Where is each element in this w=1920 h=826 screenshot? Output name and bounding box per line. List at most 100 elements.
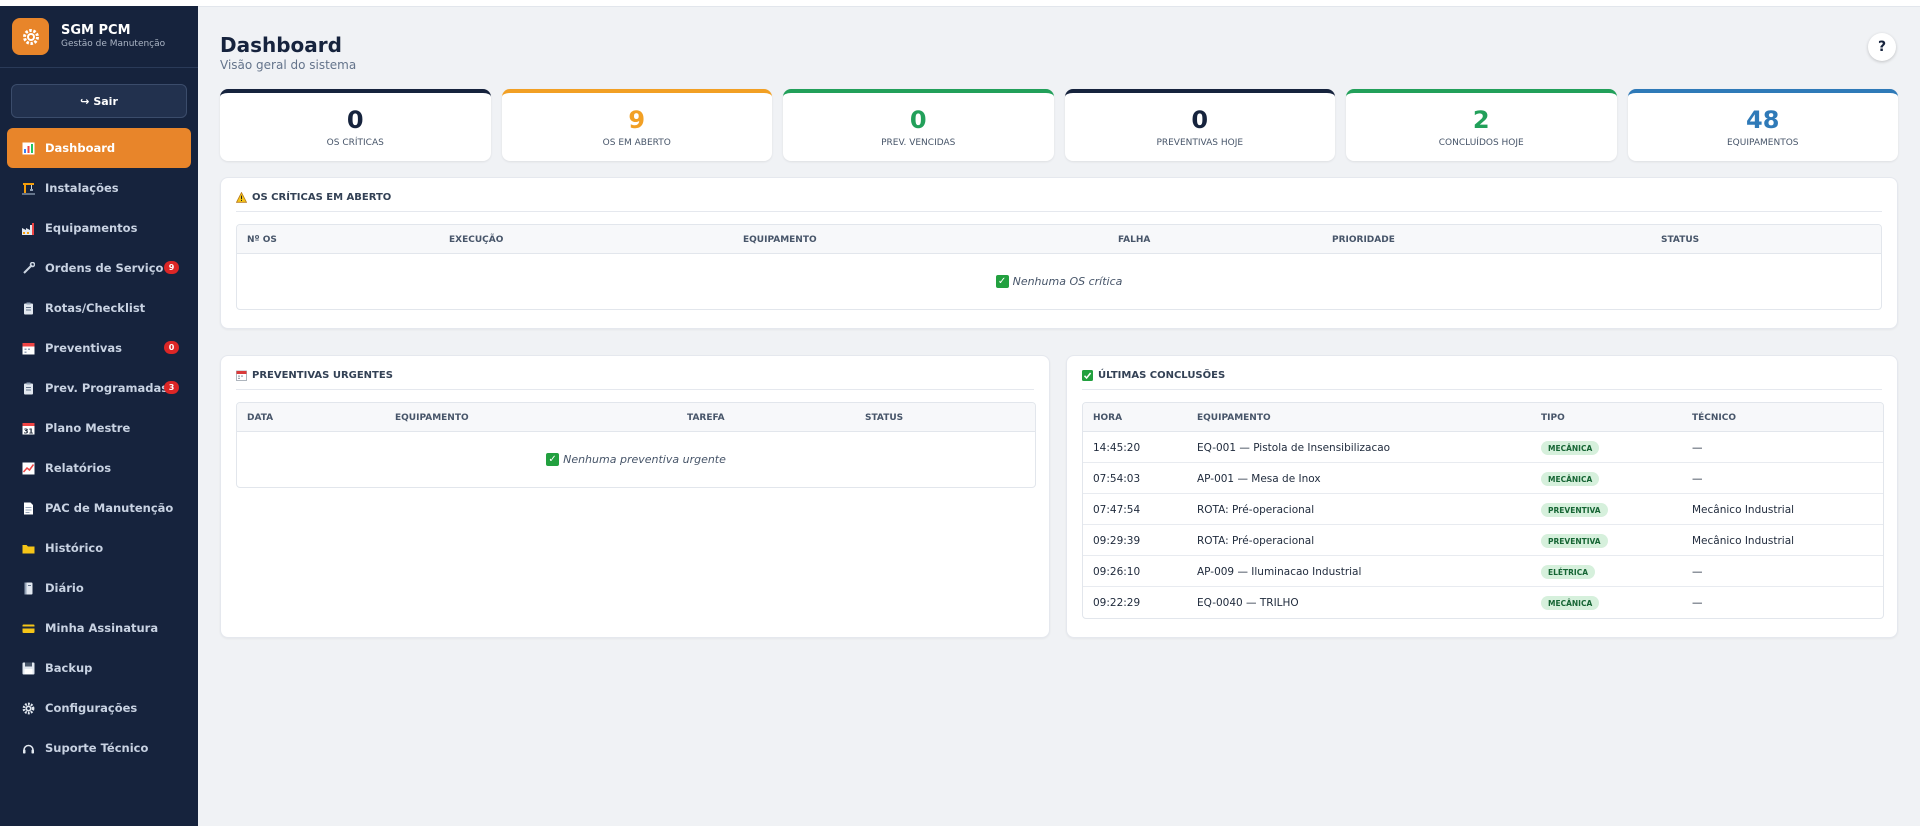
type-badge: MECÂNICA [1541,596,1600,610]
urgent-preventive-table: DATA EQUIPAMENTO TAREFA STATUS ✓ Nenhuma… [236,402,1036,488]
column-header[interactable]: PRIORIDADE [1332,235,1395,245]
count-badge: 3 [164,381,179,394]
table-row[interactable]: 07:54:03 AP-001 — Mesa de Inox MECÂNICA — [1083,463,1883,494]
column-header[interactable]: DATA [247,413,273,423]
table-row[interactable]: 09:29:39 ROTA: Pré-operacional PREVENTIVA M… [1083,525,1883,556]
stat-card[interactable]: 0 OS CRÍTICAS [220,89,491,161]
empty-state: ✓ Nenhuma OS crítica [237,254,1881,308]
type-badge: MECÂNICA [1541,441,1600,455]
technician-cell: — [1692,442,1703,454]
count-badge: 9 [164,261,179,274]
sidebar-item-rotas-checklist[interactable]: Rotas/Checklist [7,288,191,328]
column-header[interactable]: HORA [1093,413,1122,423]
floppy-disk-icon [21,661,35,675]
sidebar-item-minha-assinatura[interactable]: Minha Assinatura [7,608,191,648]
column-header[interactable]: TAREFA [687,413,725,423]
column-header[interactable]: EQUIPAMENTO [1197,413,1271,423]
stat-value: 0 [1191,106,1209,134]
time-cell: 09:22:29 [1093,597,1141,609]
column-header[interactable]: FALHA [1118,235,1150,245]
stat-label: OS CRÍTICAS [326,138,384,148]
column-header[interactable]: TÉCNICO [1692,413,1736,423]
stat-card[interactable]: 9 OS EM ABERTO [501,89,772,161]
calendar-icon [236,370,247,381]
sidebar-item-configuracoes[interactable]: Configurações [7,688,191,728]
type-badge: ELÉTRICA [1541,565,1596,579]
logout-button[interactable]: ↪ Sair [11,84,187,118]
sidebar-item-ordens-de-servico[interactable]: Ordens de Serviço 9 [7,248,191,288]
table-row[interactable]: 09:22:29 EQ-0040 — TRILHO MECÂNICA — [1083,587,1883,618]
calendar-31-icon: 31 [21,421,35,435]
logout-label: Sair [93,94,118,108]
time-cell: 14:45:20 [1093,442,1141,454]
sidebar-item-prev-programadas[interactable]: Prev. Programadas 3 [7,368,191,408]
svg-text:31: 31 [23,427,33,435]
time-cell: 07:54:03 [1093,473,1141,485]
factory-icon [21,221,35,235]
gear-logo-icon [12,18,49,55]
stat-value: 9 [628,106,646,134]
sidebar-nav: Dashboard Instalações Equipamentos Ordens d… [0,128,198,768]
sidebar-item-historico[interactable]: Histórico [7,528,191,568]
sidebar-item-instalacoes[interactable]: Instalações [7,168,191,208]
sidebar-item-equipamentos[interactable]: Equipamentos [7,208,191,248]
equipment-cell: AP-001 — Mesa de Inox [1197,473,1321,485]
table-row[interactable]: 09:26:10 AP-009 — Iluminacao Industrial EL… [1083,556,1883,587]
time-cell: 09:26:10 [1093,566,1141,578]
column-header[interactable]: EQUIPAMENTO [395,413,469,423]
urgent-preventive-panel: PREVENTIVAS URGENTES DATA EQUIPAMENTO TA… [220,355,1050,638]
sidebar-item-dashboard[interactable]: Dashboard [7,128,191,168]
sidebar-item-relatorios[interactable]: Relatórios [7,448,191,488]
table-row[interactable]: 14:45:20 EQ-001 — Pistola de Insensibiliz… [1083,432,1883,463]
column-header[interactable]: Nº OS [247,235,277,245]
stat-card[interactable]: 0 PREVENTIVAS HOJE [1064,89,1335,161]
time-cell: 09:29:39 [1093,535,1141,547]
sidebar-item-label: Dashboard [45,141,116,155]
technician-cell: — [1692,473,1703,485]
latest-conclusions-title-text: ÚLTIMAS CONCLUSÕES [1098,370,1226,381]
bar-chart-icon [21,141,35,155]
checkmark-icon [1082,370,1093,381]
sidebar-item-backup[interactable]: Backup [7,648,191,688]
column-header[interactable]: TIPO [1541,413,1565,423]
equipment-cell: ROTA: Pré-operacional [1197,535,1315,547]
technician-cell: — [1692,597,1703,609]
equipment-cell: EQ-001 — Pistola de Insensibilizacao [1197,442,1391,454]
stat-label: PREVENTIVAS HOJE [1156,138,1244,148]
main-content: Dashboard Visão geral do sistema ? 0 OS C… [198,6,1920,826]
page-subtitle: Visão geral do sistema [220,58,357,72]
latest-conclusions-title: ÚLTIMAS CONCLUSÕES [1082,370,1882,390]
type-badge: PREVENTIVA [1541,534,1608,548]
sidebar-item-label: Equipamentos [45,221,138,235]
brand-title: SGM PCM [61,23,131,38]
column-header[interactable]: STATUS [1661,235,1699,245]
stat-card[interactable]: 2 CONCLUÍDOS HOJE [1346,89,1617,161]
latest-conclusions-table-header: HORA EQUIPAMENTO TIPO TÉCNICO [1083,403,1883,432]
column-header[interactable]: STATUS [865,413,903,423]
empty-state-text: Nenhuma preventiva urgente [563,452,726,466]
document-icon [21,501,35,515]
sidebar-item-diario[interactable]: Diário [7,568,191,608]
column-header[interactable]: EXECUÇÃO [449,235,503,245]
column-header[interactable]: EQUIPAMENTO [743,235,817,245]
help-button[interactable]: ? [1868,33,1896,61]
critical-os-table-header: Nº OS EXECUÇÃO EQUIPAMENTO FALHA PRIORID… [237,225,1881,254]
sidebar-item-preventivas[interactable]: Preventivas 0 [7,328,191,368]
sidebar-item-label: Rotas/Checklist [45,301,146,315]
type-badge: MECÂNICA [1541,472,1600,486]
empty-state-text: Nenhuma OS crítica [1012,274,1123,288]
stat-value: 48 [1746,106,1780,134]
stat-card[interactable]: 48 EQUIPAMENTOS [1627,89,1898,161]
table-row[interactable]: 07:47:54 ROTA: Pré-operacional PREVENTIVA M… [1083,494,1883,525]
stat-label: PREV. VENCIDAS [881,138,956,148]
clipboard-icon [21,301,35,315]
sidebar-item-pac-de-manutencao[interactable]: PAC de Manutenção [7,488,191,528]
sidebar-item-plano-mestre[interactable]: 31 Plano Mestre [7,408,191,448]
sidebar-item-suporte-tecnico[interactable]: Suporte Técnico [7,728,191,768]
type-badge: PREVENTIVA [1541,503,1608,517]
sidebar-item-label: Prev. Programadas [45,381,169,395]
critical-os-title-text: OS CRÍTICAS EM ABERTO [252,192,392,203]
technician-cell: — [1692,566,1703,578]
stat-card[interactable]: 0 PREV. VENCIDAS [783,89,1054,161]
brand: SGM PCM Gestão de Manutenção [0,6,198,68]
